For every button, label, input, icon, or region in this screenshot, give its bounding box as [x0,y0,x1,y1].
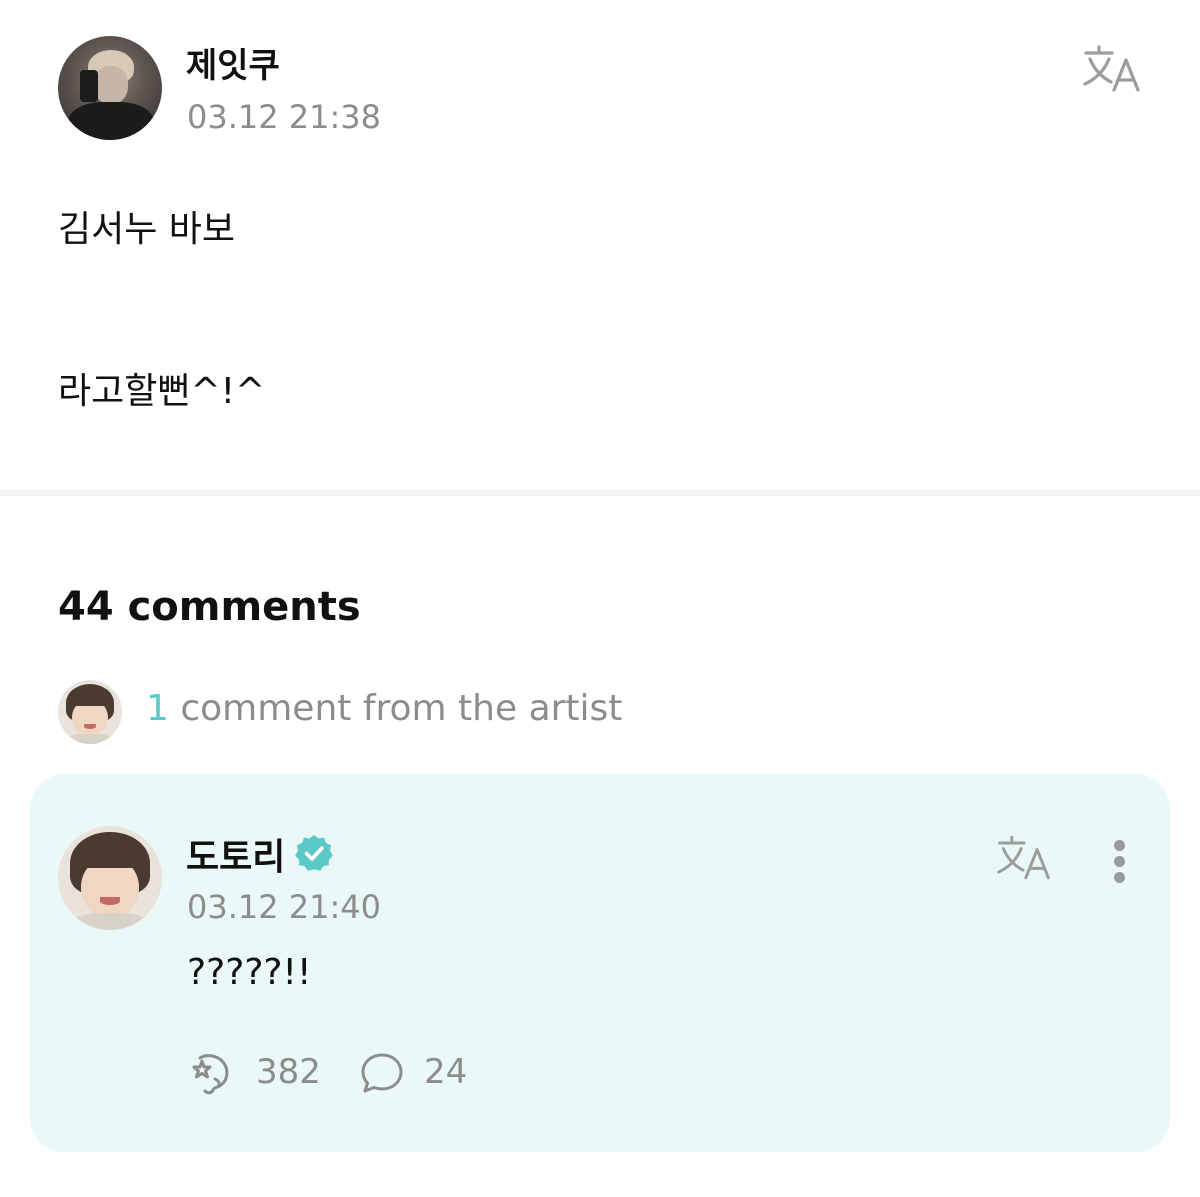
artist-comment-label: comment from the artist [168,688,623,729]
post-author-avatar[interactable] [58,36,162,140]
more-dot [1114,872,1125,883]
avatar-bangs [70,688,110,706]
artist-comment-text: ?????!! [187,952,312,993]
translate-icon[interactable] [994,834,1054,882]
avatar-shirt [64,733,116,744]
translate-icon[interactable] [1080,44,1144,94]
avatar-shirt [68,913,152,930]
more-dot [1114,840,1125,851]
comments-count-heading: 44 comments [58,584,361,630]
reply-count: 24 [424,1052,468,1092]
verified-badge-icon [294,833,334,873]
like-count: 382 [256,1052,321,1092]
post-text-line: 김서누 바보 [58,209,236,250]
like-button[interactable]: 382 [186,1050,326,1096]
post-author-name[interactable]: 제잇쿠 [186,38,280,87]
more-dot [1114,856,1125,867]
comment-bubble-icon [361,1053,403,1093]
artist-comments-link[interactable]: 1 comment from the artist [146,688,622,729]
avatar-phone [80,70,98,102]
avatar-face [94,66,128,104]
post-text-line: 라고할뻔^!^ [58,371,266,412]
section-divider [0,490,1200,496]
reply-button[interactable]: 24 [358,1050,478,1096]
artist-comment-author[interactable]: 도토리 [186,828,285,880]
like-icon [192,1054,229,1095]
artist-comment-timestamp: 03.12 21:40 [187,888,381,926]
more-vertical-icon[interactable] [1108,838,1132,886]
avatar-bangs [78,840,142,868]
avatar-mouth [83,723,97,729]
artist-comment-avatar[interactable] [58,826,162,930]
post-timestamp: 03.12 21:38 [187,98,381,136]
avatar-body [68,102,154,140]
artist-comment-count: 1 [146,688,169,729]
artist-avatar-small[interactable] [58,680,122,744]
